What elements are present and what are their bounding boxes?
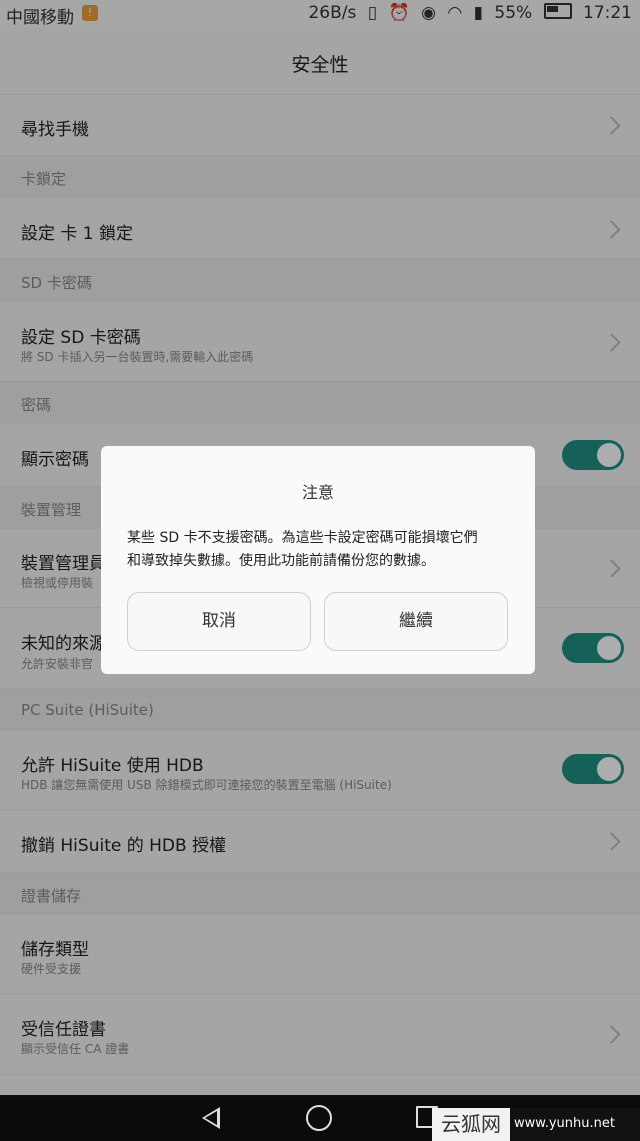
continue-button[interactable]: 繼續 — [324, 592, 508, 651]
cancel-button[interactable]: 取消 — [127, 592, 311, 651]
warning-dialog: 注意 某些 SD 卡不支援密碼。為這些卡設定密碼可能損壞它們 和導致掉失數據。使… — [101, 446, 535, 674]
watermark-url: www.yunhu.net — [514, 1116, 615, 1131]
back-icon[interactable] — [202, 1107, 220, 1129]
dialog-message: 某些 SD 卡不支援密碼。為這些卡設定密碼可能損壞它們 和導致掉失數據。使用此功… — [127, 527, 515, 573]
dialog-message-line: 和導致掉失數據。使用此功能前請備份您的數據。 — [127, 553, 435, 569]
home-icon[interactable] — [306, 1105, 332, 1131]
watermark: 云狐网 www.yunhu.net — [432, 1108, 640, 1141]
watermark-brand: 云狐网 — [432, 1108, 510, 1141]
dialog-message-line: 某些 SD 卡不支援密碼。為這些卡設定密碼可能損壞它們 — [127, 530, 478, 546]
dialog-title: 注意 — [301, 483, 334, 502]
